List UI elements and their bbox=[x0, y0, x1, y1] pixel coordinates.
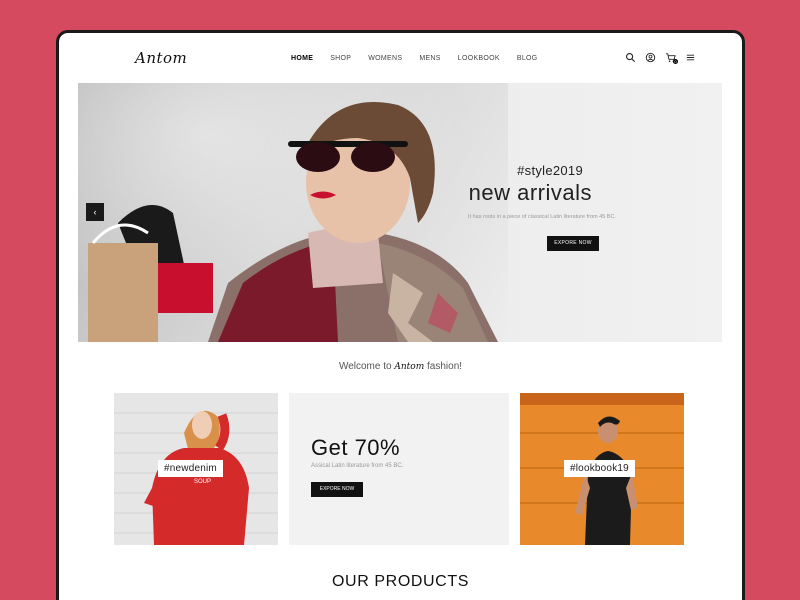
promo-sale-subtitle: Assical Latin literature from 45 BC. bbox=[311, 463, 404, 469]
welcome-suffix: fashion! bbox=[427, 361, 463, 372]
welcome-text: Welcome to Antom fashion! bbox=[59, 361, 742, 372]
hero-hashtag: #style2019 bbox=[517, 163, 583, 178]
hero-explore-button[interactable]: EXPORE NOW bbox=[547, 236, 599, 251]
welcome-prefix: Welcome to bbox=[338, 361, 392, 372]
hero-model-image bbox=[88, 102, 498, 342]
promo-sale: Get 70% Assical Latin literature from 45… bbox=[289, 393, 509, 545]
nav-item-lookbook[interactable]: LOOKBOOK bbox=[458, 55, 500, 62]
promo-newdenim-label: #newdenim bbox=[158, 460, 223, 477]
hero-subtitle: It has roots in a piece of classical Lat… bbox=[468, 214, 616, 220]
site-logo[interactable]: Antom bbox=[135, 49, 187, 67]
slider-prev-button[interactable]: ‹ bbox=[86, 203, 104, 221]
promo-lookbook-label: #lookbook19 bbox=[564, 460, 635, 477]
promo-explore-button[interactable]: EXPORE NOW bbox=[311, 482, 363, 497]
promo-newdenim[interactable]: SOUP #newdenim bbox=[114, 393, 278, 545]
site-header: Antom HOME SHOP WOMENS MENS LOOKBOOK BLO… bbox=[59, 33, 742, 85]
nav-item-mens[interactable]: MENS bbox=[419, 55, 440, 62]
hero-title: new arrivals bbox=[468, 180, 592, 205]
nav-item-womens[interactable]: WOMENS bbox=[368, 55, 402, 62]
browser-frame: Antom HOME SHOP WOMENS MENS LOOKBOOK BLO… bbox=[56, 30, 745, 600]
cart-icon[interactable]: 0 bbox=[665, 52, 678, 64]
chevron-left-icon: ‹ bbox=[93, 207, 97, 217]
nav-item-blog[interactable]: BLOG bbox=[517, 55, 538, 62]
main-nav: HOME SHOP WOMENS MENS LOOKBOOK BLOG bbox=[291, 55, 555, 62]
header-icons: 0 bbox=[625, 52, 696, 64]
menu-icon[interactable] bbox=[685, 52, 696, 63]
promo-sale-title: Get 70% bbox=[311, 435, 401, 460]
nav-item-shop[interactable]: SHOP bbox=[330, 55, 351, 62]
sweater-print-text: SOUP bbox=[194, 479, 211, 485]
cart-count-badge: 0 bbox=[673, 59, 678, 64]
hero-caption: #style2019 new arrivals It has roots in … bbox=[468, 163, 668, 220]
promo-lookbook[interactable]: #lookbook19 bbox=[520, 393, 684, 545]
products-section-title: OUR PRODUCTS bbox=[332, 573, 469, 590]
search-icon[interactable] bbox=[625, 52, 636, 63]
nav-item-home[interactable]: HOME bbox=[291, 55, 313, 62]
user-icon[interactable] bbox=[645, 52, 656, 63]
welcome-brand: Antom bbox=[394, 362, 425, 372]
hero-slider: #style2019 new arrivals It has roots in … bbox=[78, 83, 722, 342]
